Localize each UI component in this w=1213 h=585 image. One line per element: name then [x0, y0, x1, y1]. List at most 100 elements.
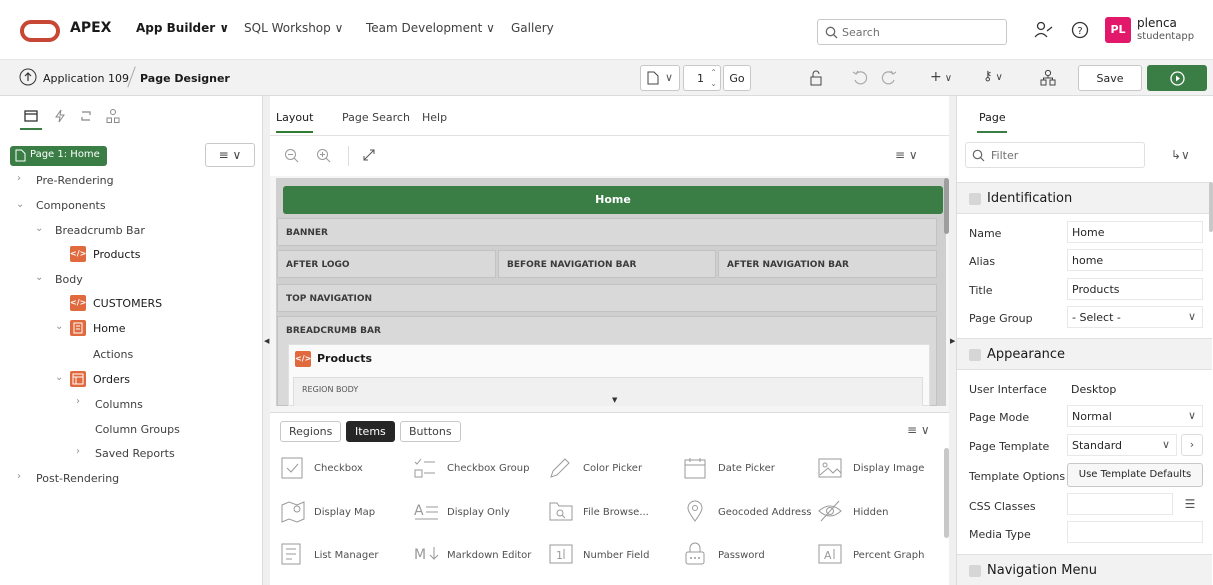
- go-to-group-button[interactable]: ↳∨: [1171, 148, 1190, 162]
- nav-team-development[interactable]: Team Development ∨: [366, 21, 495, 35]
- gallery-tab-regions[interactable]: Regions: [280, 421, 342, 442]
- user-name[interactable]: plenca: [1137, 16, 1177, 30]
- field-title[interactable]: Products: [1067, 278, 1203, 300]
- stepper-icon[interactable]: ⌃ ⌄: [710, 67, 717, 89]
- chevron-right-icon[interactable]: ›: [17, 471, 21, 482]
- nav-sql-workshop[interactable]: SQL Workshop ∨: [244, 21, 343, 35]
- field-css-classes[interactable]: [1067, 493, 1173, 515]
- gallery-scrollbar[interactable]: [944, 448, 949, 538]
- collapse-toggle-icon[interactable]: [969, 349, 981, 361]
- collapse-toggle-icon[interactable]: [969, 193, 981, 205]
- gallery-item-checkbox[interactable]: Checkbox: [314, 463, 363, 474]
- region-body[interactable]: REGION BODY: [293, 377, 923, 406]
- gallery-item-markdown-editor[interactable]: Markdown Editor: [447, 550, 531, 561]
- save-button[interactable]: Save: [1078, 65, 1142, 91]
- gallery-item-checkbox-group[interactable]: Checkbox Group: [447, 463, 529, 474]
- chevron-right-icon[interactable]: ›: [76, 446, 80, 457]
- slot-after-logo[interactable]: AFTER LOGO: [277, 250, 496, 278]
- layout-menu-button[interactable]: ≡ ∨: [895, 148, 918, 162]
- gallery-item-date-picker[interactable]: Date Picker: [718, 463, 775, 474]
- layout-scrollbar[interactable]: [944, 178, 949, 234]
- template-options-button[interactable]: Use Template Defaults: [1067, 463, 1203, 487]
- tree-column-groups[interactable]: Column Groups: [95, 423, 180, 436]
- field-media-type[interactable]: [1067, 521, 1203, 543]
- tree-customers[interactable]: CUSTOMERS: [93, 297, 162, 310]
- field-alias[interactable]: home: [1067, 249, 1203, 271]
- expand-icon[interactable]: [362, 148, 376, 162]
- create-menu-button[interactable]: ∨: [640, 65, 680, 91]
- oracle-logo-icon[interactable]: [20, 20, 60, 42]
- zoom-in-icon[interactable]: [316, 148, 332, 164]
- zoom-out-icon[interactable]: [284, 148, 300, 164]
- tree-body[interactable]: Body: [55, 273, 83, 286]
- gallery-item-number-field[interactable]: Number Field: [583, 550, 649, 561]
- right-splitter[interactable]: ▶: [949, 96, 956, 585]
- gallery-tab-items[interactable]: Items: [346, 421, 395, 442]
- go-button[interactable]: Go: [723, 65, 751, 91]
- gallery-item-geocoded-address[interactable]: Geocoded Address: [718, 507, 812, 518]
- tree-saved-reports[interactable]: Saved Reports: [95, 447, 175, 460]
- page-number-field[interactable]: 1 ⌃ ⌄: [683, 65, 721, 91]
- property-scrollbar[interactable]: [1209, 182, 1213, 232]
- tree-pre-rendering[interactable]: Pre-Rendering: [36, 174, 114, 187]
- tree-orders[interactable]: Orders: [93, 373, 130, 386]
- section-identification[interactable]: Identification: [957, 182, 1212, 214]
- chevron-down-icon[interactable]: ⌄: [35, 272, 43, 283]
- collapse-right-icon[interactable]: ▶: [950, 337, 955, 345]
- collapse-toggle-icon[interactable]: [969, 565, 981, 577]
- gallery-item-display-image[interactable]: Display Image: [853, 463, 924, 474]
- gallery-item-hidden[interactable]: Hidden: [853, 507, 888, 518]
- select-page-mode[interactable]: Normal ∨: [1067, 405, 1203, 427]
- tab-help[interactable]: Help: [422, 111, 447, 124]
- tree-home[interactable]: Home: [93, 322, 125, 335]
- chevron-down-icon[interactable]: ⌄: [16, 199, 24, 210]
- collapse-left-icon[interactable]: ◀: [264, 337, 269, 345]
- filter-input[interactable]: Filter: [965, 142, 1145, 168]
- tree-menu-button[interactable]: ≡ ∨: [205, 143, 255, 167]
- undo-icon[interactable]: [852, 70, 868, 86]
- tree-components[interactable]: Components: [36, 199, 106, 212]
- global-search[interactable]: Search: [817, 19, 1007, 45]
- tree-post-rendering[interactable]: Post-Rendering: [36, 472, 119, 485]
- tree-actions[interactable]: Actions: [93, 348, 133, 361]
- tree-columns[interactable]: Columns: [95, 398, 143, 411]
- gallery-item-percent-graph[interactable]: Percent Graph: [853, 550, 924, 561]
- run-button[interactable]: [1147, 65, 1207, 91]
- chevron-down-icon[interactable]: ⌄: [55, 372, 63, 383]
- left-splitter[interactable]: ◀: [263, 96, 270, 585]
- up-arrow-icon[interactable]: [19, 68, 37, 86]
- apex-brand[interactable]: APEX: [70, 20, 111, 36]
- lock-icon[interactable]: [809, 70, 823, 86]
- gallery-item-display-map[interactable]: Display Map: [314, 507, 375, 518]
- nav-gallery[interactable]: Gallery: [511, 21, 554, 35]
- page-node[interactable]: Page 1: Home: [10, 146, 107, 166]
- slot-top-navigation[interactable]: TOP NAVIGATION: [277, 284, 937, 312]
- gallery-menu-button[interactable]: ≡ ∨: [907, 423, 930, 437]
- nav-app-builder[interactable]: App Builder ∨: [136, 21, 229, 35]
- administration-icon[interactable]: [1034, 21, 1054, 39]
- utilities-menu-button[interactable]: ⚷ ∨: [983, 69, 1003, 84]
- field-name[interactable]: Home: [1067, 221, 1203, 243]
- shared-components-tab-icon[interactable]: [105, 108, 121, 124]
- rendering-tab-icon[interactable]: [24, 110, 38, 122]
- section-navigation-menu[interactable]: Navigation Menu: [957, 554, 1212, 585]
- user-avatar[interactable]: PL: [1105, 17, 1131, 43]
- template-go-button[interactable]: ›: [1181, 434, 1203, 456]
- gallery-item-display-only[interactable]: Display Only: [447, 507, 510, 518]
- tab-page-search[interactable]: Page Search: [342, 111, 410, 124]
- region-products[interactable]: </> Products REGION BODY: [288, 344, 930, 406]
- gallery-tab-buttons[interactable]: Buttons: [400, 421, 461, 442]
- slot-banner[interactable]: BANNER: [277, 218, 937, 246]
- gallery-item-color-picker[interactable]: Color Picker: [583, 463, 642, 474]
- home-page-bar[interactable]: Home: [283, 186, 943, 214]
- gallery-item-list-manager[interactable]: List Manager: [314, 550, 379, 561]
- redo-icon[interactable]: [881, 70, 897, 86]
- tree-products[interactable]: Products: [93, 248, 141, 261]
- chevron-right-icon[interactable]: ›: [17, 173, 21, 184]
- chevron-right-icon[interactable]: ›: [76, 396, 80, 407]
- tab-layout[interactable]: Layout: [276, 111, 314, 133]
- gallery-item-password[interactable]: Password: [718, 550, 765, 561]
- shared-components-icon[interactable]: [1039, 69, 1057, 87]
- slot-before-navigation-bar[interactable]: BEFORE NAVIGATION BAR: [498, 250, 716, 278]
- help-icon[interactable]: ?: [1071, 21, 1089, 39]
